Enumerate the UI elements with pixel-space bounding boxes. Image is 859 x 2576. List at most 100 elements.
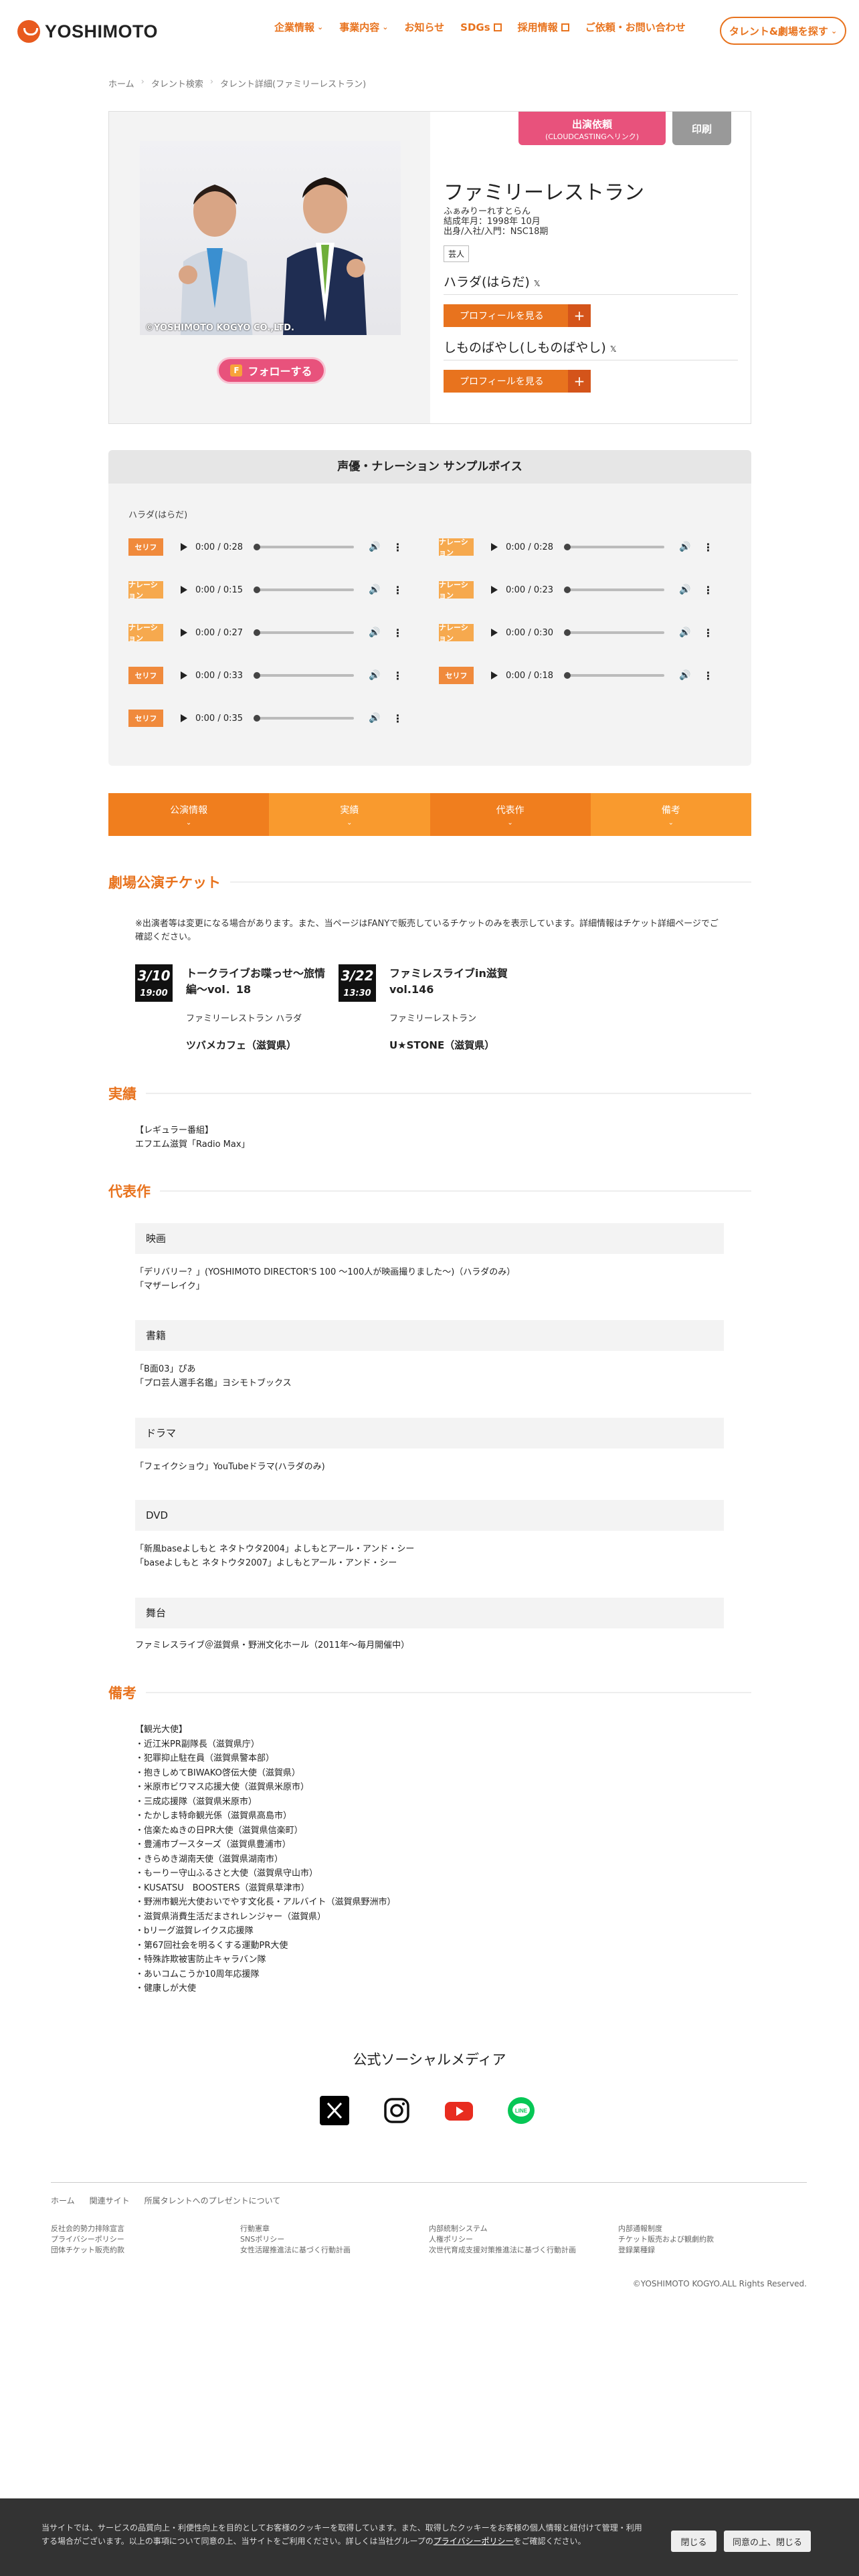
volume-icon[interactable]: 🔊 [369, 670, 380, 681]
nav-contact[interactable]: ご依頼・お問い合わせ [585, 20, 686, 34]
footer-link-home[interactable]: ホーム [51, 2195, 75, 2206]
seek-slider[interactable] [254, 715, 355, 722]
more-options-icon[interactable]: ⋮ [392, 627, 403, 639]
x-icon[interactable]: 𝕏 [534, 279, 541, 288]
x-icon[interactable] [320, 2096, 349, 2125]
seek-handle[interactable] [564, 586, 571, 593]
site-logo[interactable]: YOSHIMOTO [17, 20, 158, 43]
volume-icon[interactable]: 🔊 [679, 627, 690, 638]
tab-remarks[interactable]: 備考 ⌄ [590, 793, 751, 836]
casting-request-button[interactable]: 出演依頼 (CLOUDCASTINGへリンク) [518, 112, 666, 145]
volume-icon[interactable]: 🔊 [369, 627, 380, 638]
nav-news[interactable]: お知らせ [404, 20, 444, 34]
line-icon[interactable]: LINE [506, 2096, 536, 2125]
seek-handle[interactable] [254, 586, 261, 593]
nav-sdgs[interactable]: SDGs [460, 21, 502, 33]
seek-slider[interactable] [254, 586, 355, 593]
privacy-policy-link[interactable]: プライバシーポリシー [434, 2537, 514, 2546]
nav-business[interactable]: 事業内容 ⌄ [339, 20, 388, 34]
member-name: しものばやし(しものばやし) [444, 340, 606, 355]
print-button[interactable]: 印刷 [672, 112, 731, 145]
footer-column: 内部統制システム 人権ポリシー 次世代育成支援対策推進法に基づく行動計画 [429, 2224, 576, 2256]
youtube-icon[interactable] [444, 2096, 474, 2125]
footer-link[interactable]: 登録業種録 [618, 2245, 714, 2256]
more-options-icon[interactable]: ⋮ [702, 584, 713, 597]
footer-link-present[interactable]: 所属タレントへのプレゼントについて [145, 2195, 281, 2206]
volume-icon[interactable]: 🔊 [679, 584, 690, 595]
member-profile-button[interactable]: プロフィールを見る + [444, 370, 591, 393]
breadcrumb-home[interactable]: ホーム [108, 77, 134, 90]
footer-link[interactable]: 団体チケット販売約款 [51, 2245, 124, 2256]
more-options-icon[interactable]: ⋮ [702, 541, 713, 554]
seek-handle[interactable] [564, 629, 571, 636]
seek-slider[interactable] [254, 629, 355, 636]
tab-performances[interactable]: 公演情報 ⌄ [108, 793, 270, 836]
volume-icon[interactable]: 🔊 [679, 542, 690, 552]
seek-handle[interactable] [254, 715, 261, 722]
play-icon[interactable] [181, 586, 187, 594]
volume-icon[interactable]: 🔊 [369, 713, 380, 724]
footer-link[interactable]: 内部統制システム [429, 2224, 576, 2234]
more-options-icon[interactable]: ⋮ [392, 669, 403, 682]
footer-link[interactable]: SNSポリシー [240, 2234, 351, 2245]
works-group-text: 「デリバリー？」(YOSHIMOTO DIRECTOR'S 100 〜100人が… [135, 1267, 516, 1291]
cookie-close-button[interactable]: 閉じる [671, 2531, 717, 2552]
more-options-icon[interactable]: ⋮ [392, 584, 403, 597]
seek-handle[interactable] [564, 544, 571, 550]
more-options-icon[interactable]: ⋮ [702, 669, 713, 682]
works-heading: 代表作 [108, 1181, 751, 1201]
footer-link[interactable]: 女性活躍推進法に基づく行動計画 [240, 2245, 351, 2256]
play-icon[interactable] [181, 671, 187, 679]
tab-works[interactable]: 代表作 ⌄ [430, 793, 591, 836]
seek-handle[interactable] [254, 629, 261, 636]
nav-recruit[interactable]: 採用情報 [518, 20, 569, 34]
remarks-line: ・健康しが大使 [135, 1983, 197, 1994]
play-icon[interactable] [181, 629, 187, 637]
volume-icon[interactable]: 🔊 [679, 670, 690, 681]
seek-slider[interactable] [564, 672, 665, 679]
more-options-icon[interactable]: ⋮ [702, 627, 713, 639]
footer-link[interactable]: 反社会的勢力排除宣言 [51, 2224, 124, 2234]
site-header: YOSHIMOTO 企業情報 ⌄ 事業内容 ⌄ お知らせ SDGs 採用情報 ご依頼… [0, 0, 859, 62]
nav-company[interactable]: 企業情報 ⌄ [274, 20, 323, 34]
remarks-line: ・近江米PR副隊長（滋賀県庁） [135, 1739, 260, 1749]
footer-link[interactable]: プライバシーポリシー [51, 2234, 124, 2245]
footer-link[interactable]: 行動憲章 [240, 2224, 351, 2234]
footer-link-related[interactable]: 関連サイト [90, 2195, 130, 2206]
more-options-icon[interactable]: ⋮ [392, 712, 403, 725]
play-icon[interactable] [491, 586, 498, 594]
breadcrumb-talent-search[interactable]: タレント検索 [151, 77, 203, 90]
talent-search-button[interactable]: タレント&劇場を探す ⌄ [720, 17, 846, 45]
footer-link[interactable]: 次世代育成支援対策推進法に基づく行動計画 [429, 2245, 576, 2256]
cookie-agree-button[interactable]: 同意の上、閉じる [724, 2531, 811, 2552]
seek-slider[interactable] [564, 544, 665, 550]
seek-slider[interactable] [564, 629, 665, 636]
footer-link[interactable]: 人権ポリシー [429, 2234, 576, 2245]
play-icon[interactable] [181, 714, 187, 722]
tab-achievements[interactable]: 実績 ⌄ [269, 793, 430, 836]
play-icon[interactable] [491, 629, 498, 637]
x-icon[interactable]: 𝕏 [610, 344, 617, 354]
ticket-card[interactable]: 3/10 19:00 トークライブお喋っせ〜旅情編〜vol．18 ファミリーレスト… [135, 964, 325, 1058]
remarks-text: 【観光大使】 ・近江米PR副隊長（滋賀県庁） ・犯罪抑止駐在員（滋賀県警本部） ・抱き… [135, 1723, 395, 1996]
member-profile-button[interactable]: プロフィールを見る + [444, 304, 591, 327]
volume-icon[interactable]: 🔊 [369, 584, 380, 595]
instagram-icon[interactable] [382, 2096, 411, 2125]
play-icon[interactable] [491, 543, 498, 551]
more-options-icon[interactable]: ⋮ [392, 541, 403, 554]
ticket-card[interactable]: 3/22 13:30 ファミレスライブin滋賀vol.146 ファミリーレストラン… [339, 964, 526, 1058]
seek-slider[interactable] [564, 586, 665, 593]
logo-text: YOSHIMOTO [45, 21, 159, 41]
remarks-line: ・抱きしめてBIWAKO啓伝大使（滋賀県） [135, 1767, 300, 1778]
play-icon[interactable] [181, 543, 187, 551]
footer-link[interactable]: 内部通報制度 [618, 2224, 714, 2234]
follow-button[interactable]: F フォローする [219, 359, 324, 382]
seek-handle[interactable] [564, 672, 571, 679]
seek-handle[interactable] [254, 544, 261, 550]
seek-slider[interactable] [254, 672, 355, 679]
volume-icon[interactable]: 🔊 [369, 542, 380, 552]
seek-slider[interactable] [254, 544, 355, 550]
seek-handle[interactable] [254, 672, 261, 679]
play-icon[interactable] [491, 671, 498, 679]
footer-link[interactable]: チケット販売および観劇約款 [618, 2234, 714, 2245]
